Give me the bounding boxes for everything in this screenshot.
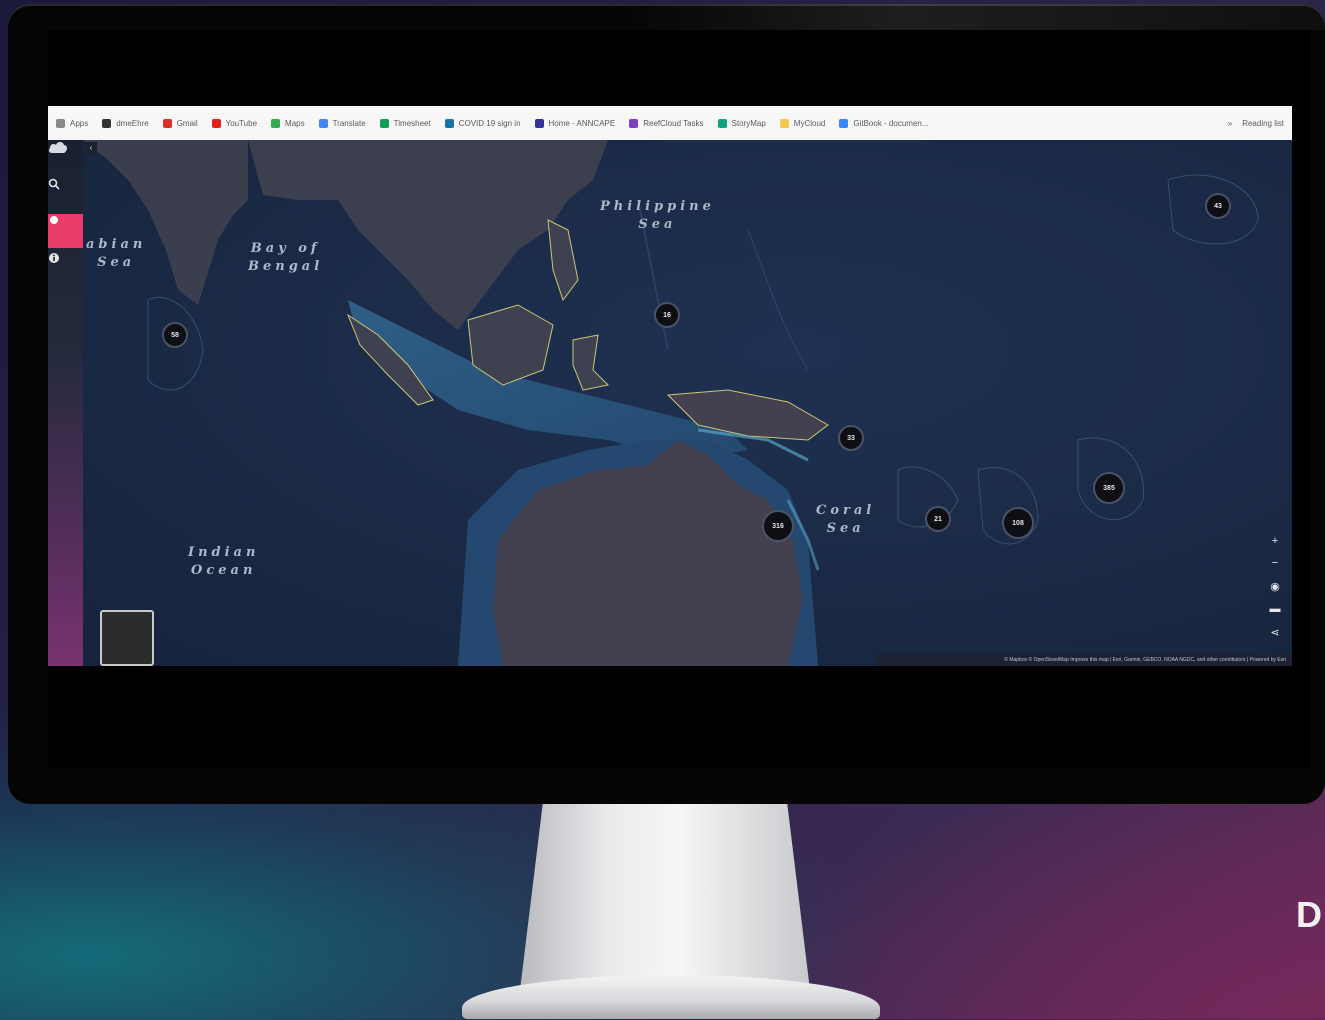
covid-icon xyxy=(444,118,454,128)
timesheet-icon xyxy=(379,118,389,128)
bookmark-label: Translate xyxy=(332,118,366,128)
bookmark-translate[interactable]: Translate xyxy=(318,118,366,128)
bookmark-maps-pin[interactable]: Maps xyxy=(271,118,305,128)
collapse-sidebar-button[interactable]: ‹ xyxy=(85,142,97,154)
map-app: ‹ abian Sea Bay of Bengal Philippine Sea… xyxy=(48,140,1292,666)
reading-list-button[interactable]: Reading list xyxy=(1242,119,1284,128)
bookmark-label: YouTube xyxy=(225,118,258,128)
bookmark-covid[interactable]: COVID 19 sign in xyxy=(444,118,521,128)
bookmark-storymap[interactable]: StoryMap xyxy=(717,118,766,128)
bookmark-folder[interactable]: MyCloud xyxy=(779,118,826,128)
zoom-out-button[interactable]: − xyxy=(1268,556,1282,570)
label-philippine-line1: Philippine xyxy=(600,199,715,214)
bookmark-label: COVID 19 sign in xyxy=(458,118,521,128)
bookmark-youtube[interactable]: YouTube xyxy=(211,118,258,128)
cluster-marker-vanuatu[interactable]: 108 xyxy=(1002,507,1034,539)
folder-icon xyxy=(779,118,789,128)
gitbook-icon xyxy=(839,118,849,128)
label-coral-line1: Coral xyxy=(816,503,876,518)
label-indian-line2: Ocean xyxy=(191,562,257,578)
bookmark-label: Maps xyxy=(285,118,305,128)
bookmark-gitbook[interactable]: GitBook - documen... xyxy=(839,118,929,128)
bookmark-label: StoryMap xyxy=(731,118,766,128)
label-philippine-line2: Sea xyxy=(638,216,677,232)
label-bay-line1: Bay of xyxy=(250,241,321,256)
label-arabian-sea-line1: abian xyxy=(86,237,147,252)
gmail-icon xyxy=(162,118,172,128)
basemap-button[interactable]: ▬ xyxy=(1268,602,1282,616)
label-philippine-sea: Philippine Sea xyxy=(600,198,715,233)
label-indian-ocean: Indian Ocean xyxy=(188,544,259,579)
sidebar-rail xyxy=(48,140,83,666)
bookmark-label: Home - ANNCAPE xyxy=(548,118,616,128)
monitor-stand-neck xyxy=(520,800,810,990)
zoom-in-button[interactable]: + xyxy=(1268,534,1282,548)
bookmark-label: ReefCloud Tasks xyxy=(643,118,704,128)
layers-icon[interactable] xyxy=(48,214,83,248)
label-arabian-sea: abian Sea xyxy=(86,236,146,271)
bookmark-label: Apps xyxy=(70,118,89,128)
bookmark-label: dmeEhre xyxy=(116,118,149,128)
bookmark-label: MyCloud xyxy=(793,118,826,128)
logo-cloud-icon[interactable] xyxy=(48,140,83,174)
storymap-icon xyxy=(717,118,727,128)
bookmarks-overflow-button[interactable]: » xyxy=(1228,119,1232,128)
bookmark-tasks[interactable]: ReefCloud Tasks xyxy=(629,118,704,128)
cluster-marker-png[interactable]: 33 xyxy=(838,425,864,451)
share-button[interactable]: ⋖ xyxy=(1268,626,1282,640)
cluster-marker-solomon[interactable]: 21 xyxy=(925,506,951,532)
bookmark-globe[interactable]: dmeEhre xyxy=(102,118,149,128)
cropped-heading-letter: D xyxy=(1296,894,1322,935)
label-coral-line2: Sea xyxy=(826,520,865,536)
bookmark-label: Gmail xyxy=(176,118,198,128)
basemap-thumbnail[interactable] xyxy=(100,610,154,666)
label-bay-line2: Bengal xyxy=(248,258,324,274)
label-indian-line1: Indian xyxy=(188,545,260,560)
bookmark-apps-grid[interactable]: Apps xyxy=(56,118,89,128)
label-arabian-sea-line2: Sea xyxy=(97,254,136,270)
cluster-marker-gbr[interactable]: 316 xyxy=(762,510,794,542)
home-icon xyxy=(534,118,544,128)
bookmark-gmail[interactable]: Gmail xyxy=(162,118,198,128)
label-coral-sea: Coral Sea xyxy=(816,502,875,537)
label-bay-of-bengal: Bay of Bengal xyxy=(248,240,323,275)
bookmarks-right: » Reading list xyxy=(1228,119,1284,128)
locate-button[interactable]: ◉ xyxy=(1268,580,1282,594)
bookmark-label: Timesheet xyxy=(393,118,431,128)
cluster-marker-fiji[interactable]: 385 xyxy=(1093,472,1125,504)
cluster-marker-philippine[interactable]: 16 xyxy=(654,302,680,328)
info-icon[interactable] xyxy=(48,252,83,286)
bookmark-label: GitBook - documen... xyxy=(853,118,929,128)
monitor-gloss xyxy=(620,4,1325,30)
maps-pin-icon xyxy=(271,118,281,128)
tasks-icon xyxy=(629,118,639,128)
bookmark-timesheet[interactable]: Timesheet xyxy=(379,118,431,128)
bookmarks-bar: Apps dmeEhre Gmail YouTube Maps Translate Time… xyxy=(48,106,1292,140)
globe-icon xyxy=(102,118,112,128)
bookmark-home[interactable]: Home - ANNCAPE xyxy=(534,118,616,128)
youtube-icon xyxy=(211,118,221,128)
search-icon[interactable] xyxy=(48,178,83,212)
cluster-marker-maldives[interactable]: 58 xyxy=(162,322,188,348)
translate-icon xyxy=(318,118,328,128)
map-attribution: © Mapbox © OpenStreetMap Improve this ma… xyxy=(876,654,1292,666)
apps-grid-icon xyxy=(56,118,65,128)
cluster-marker-pacific-ne[interactable]: 43 xyxy=(1205,193,1231,219)
